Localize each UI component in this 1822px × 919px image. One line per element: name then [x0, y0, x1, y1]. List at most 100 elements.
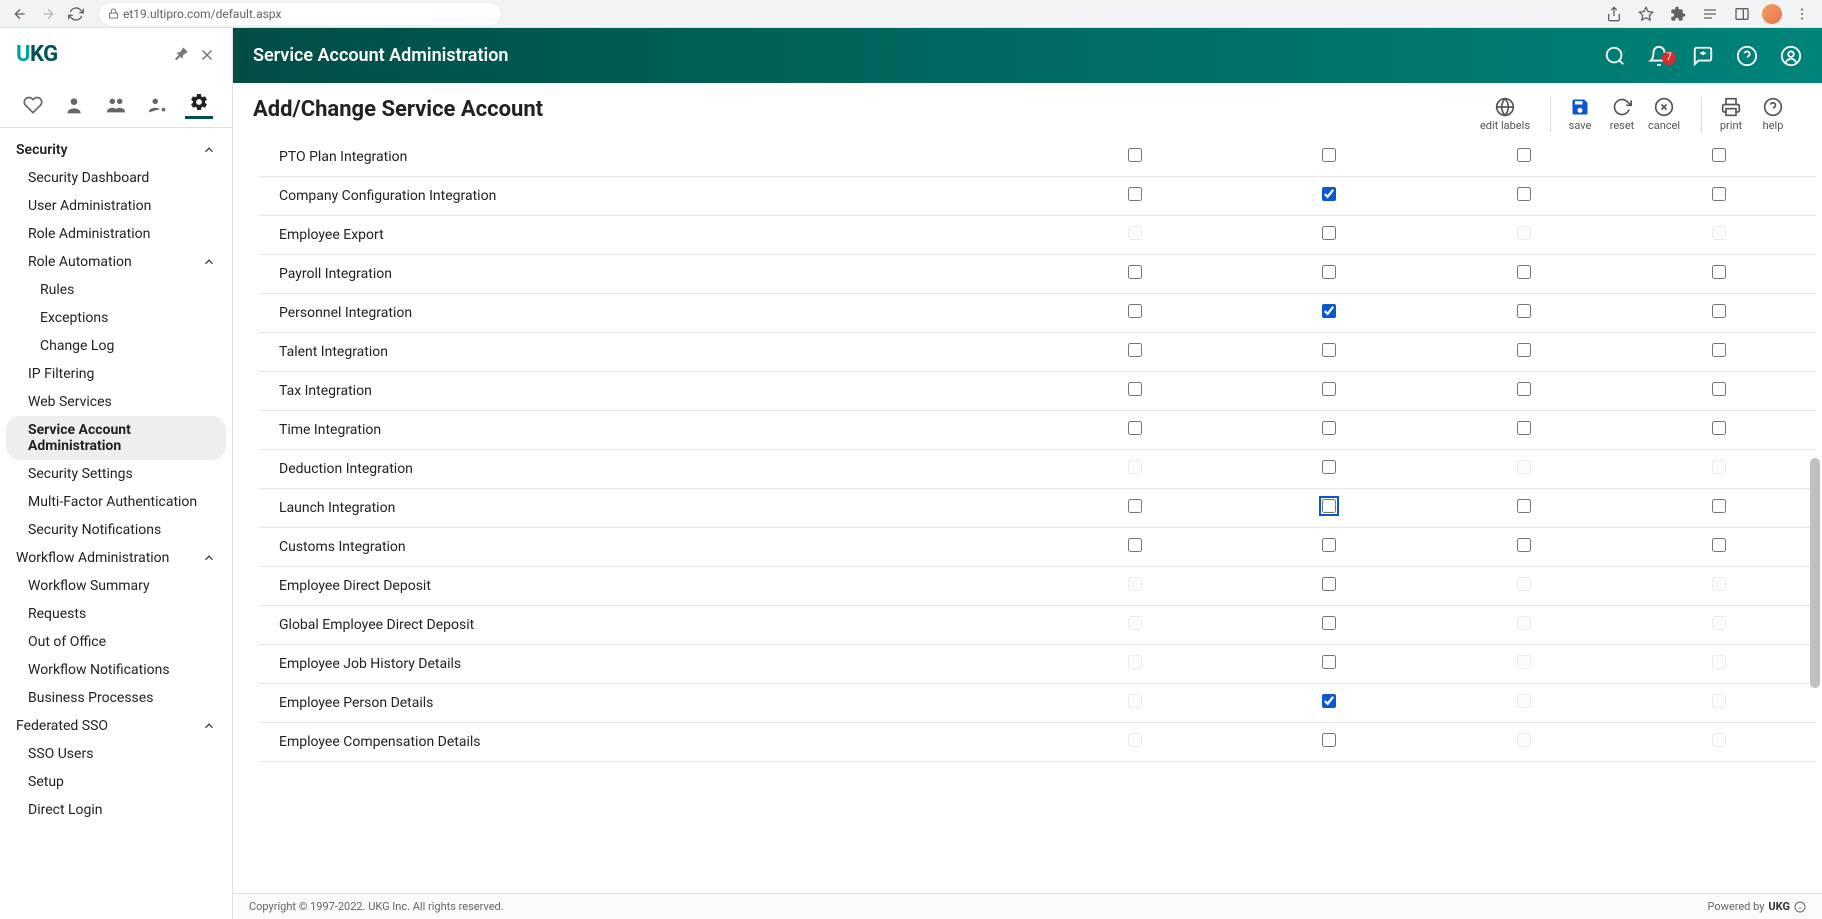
nav-team-icon[interactable]	[102, 91, 130, 119]
sidebar-item-role-administration[interactable]: Role Administration	[0, 220, 232, 248]
nav-admin-icon[interactable]	[144, 91, 172, 119]
sidebar-item-user-administration[interactable]: User Administration	[0, 192, 232, 220]
permission-checkbox[interactable]	[1128, 538, 1142, 552]
notifications-icon[interactable]: 7	[1648, 45, 1670, 67]
permission-checkbox[interactable]	[1128, 187, 1142, 201]
permission-checkbox[interactable]	[1712, 265, 1726, 279]
sidebar-item-change-log[interactable]: Change Log	[0, 332, 232, 360]
permission-checkbox-cell	[1038, 216, 1233, 255]
browser-forward-button[interactable]	[36, 2, 60, 26]
permission-checkbox[interactable]	[1517, 343, 1531, 357]
save-button[interactable]: save	[1563, 97, 1597, 132]
sidebar-item-web-services[interactable]: Web Services	[0, 388, 232, 416]
sidebar-item-requests[interactable]: Requests	[0, 600, 232, 628]
permission-checkbox[interactable]	[1517, 538, 1531, 552]
help-icon[interactable]	[1736, 45, 1758, 67]
close-icon[interactable]	[198, 46, 216, 64]
permission-checkbox[interactable]	[1128, 265, 1142, 279]
browser-url-bar[interactable]: et19.ultipro.com/default.aspx	[100, 3, 500, 25]
extensions-icon[interactable]	[1666, 2, 1690, 26]
permission-checkbox[interactable]	[1128, 499, 1142, 513]
permission-checkbox[interactable]	[1322, 265, 1336, 279]
vertical-scrollbar[interactable]	[1810, 458, 1820, 688]
permission-checkbox[interactable]	[1322, 577, 1336, 591]
sidebar-item-exceptions[interactable]: Exceptions	[0, 304, 232, 332]
sidebar-item-out-of-office[interactable]: Out of Office	[0, 628, 232, 656]
sidebar-item-direct-login[interactable]: Direct Login	[0, 796, 232, 824]
permission-checkbox[interactable]	[1712, 382, 1726, 396]
browser-reload-button[interactable]	[64, 2, 88, 26]
cancel-button[interactable]: cancel	[1647, 97, 1681, 132]
permission-checkbox[interactable]	[1128, 148, 1142, 162]
permission-checkbox[interactable]	[1517, 382, 1531, 396]
permission-checkbox[interactable]	[1128, 421, 1142, 435]
reset-button[interactable]: reset	[1605, 97, 1639, 132]
nav-myself-icon[interactable]	[60, 91, 88, 119]
browser-back-button[interactable]	[8, 2, 32, 26]
sidebar-group-security[interactable]: Security	[0, 136, 232, 164]
print-button[interactable]: print	[1714, 97, 1748, 132]
sidebar-item-workflow-notifications[interactable]: Workflow Notifications	[0, 656, 232, 684]
permission-checkbox[interactable]	[1322, 694, 1336, 708]
permission-checkbox[interactable]	[1322, 655, 1336, 669]
sidebar-item-rules[interactable]: Rules	[0, 276, 232, 304]
sidebar-group-sso[interactable]: Federated SSO	[0, 712, 232, 740]
permission-checkbox[interactable]	[1322, 421, 1336, 435]
search-icon[interactable]	[1604, 45, 1626, 67]
star-icon[interactable]	[1634, 2, 1658, 26]
sidebar-item-ip-filtering[interactable]: IP Filtering	[0, 360, 232, 388]
account-icon[interactable]	[1780, 45, 1802, 67]
permission-checkbox[interactable]	[1322, 226, 1336, 240]
permission-checkbox[interactable]	[1322, 733, 1336, 747]
info-icon[interactable]	[1794, 901, 1806, 913]
panel-icon[interactable]	[1730, 2, 1754, 26]
permission-checkbox[interactable]	[1712, 187, 1726, 201]
permission-checkbox[interactable]	[1712, 538, 1726, 552]
sidebar-item-security-dashboard[interactable]: Security Dashboard	[0, 164, 232, 192]
help-button[interactable]: help	[1756, 97, 1790, 132]
sidebar-item-security-settings[interactable]: Security Settings	[0, 460, 232, 488]
permission-checkbox[interactable]	[1128, 304, 1142, 318]
sidebar-item-workflow-summary[interactable]: Workflow Summary	[0, 572, 232, 600]
permission-checkbox[interactable]	[1322, 460, 1336, 474]
share-icon[interactable]	[1602, 2, 1626, 26]
sidebar-item-business-processes[interactable]: Business Processes	[0, 684, 232, 712]
nav-settings-icon[interactable]	[185, 91, 213, 119]
nav-favorites-icon[interactable]	[19, 91, 47, 119]
permission-checkbox[interactable]	[1322, 382, 1336, 396]
permission-checkbox[interactable]	[1322, 187, 1336, 201]
permission-checkbox[interactable]	[1712, 343, 1726, 357]
permission-checkbox[interactable]	[1128, 382, 1142, 396]
permission-checkbox[interactable]	[1517, 265, 1531, 279]
reading-list-icon[interactable]	[1698, 2, 1722, 26]
feedback-icon[interactable]	[1692, 45, 1714, 67]
permission-checkbox-cell	[1621, 255, 1816, 294]
permission-checkbox[interactable]	[1517, 421, 1531, 435]
permission-checkbox[interactable]	[1712, 148, 1726, 162]
permission-checkbox[interactable]	[1322, 499, 1336, 513]
permission-checkbox[interactable]	[1712, 304, 1726, 318]
sidebar-item-service-account-administration[interactable]: Service Account Administration	[6, 416, 226, 460]
permission-checkbox[interactable]	[1517, 187, 1531, 201]
sidebar-item-setup[interactable]: Setup	[0, 768, 232, 796]
sidebar-item-sso-users[interactable]: SSO Users	[0, 740, 232, 768]
sidebar-item-security-notifications[interactable]: Security Notifications	[0, 516, 232, 544]
permission-checkbox[interactable]	[1517, 148, 1531, 162]
sidebar-item-mfa[interactable]: Multi-Factor Authentication	[0, 488, 232, 516]
profile-avatar[interactable]	[1762, 4, 1782, 24]
sidebar-item-role-automation[interactable]: Role Automation	[0, 248, 232, 276]
permission-checkbox[interactable]	[1322, 538, 1336, 552]
permission-checkbox[interactable]	[1517, 499, 1531, 513]
permission-checkbox[interactable]	[1322, 304, 1336, 318]
permission-checkbox[interactable]	[1322, 616, 1336, 630]
permission-checkbox[interactable]	[1517, 304, 1531, 318]
edit-labels-button[interactable]: edit labels	[1480, 97, 1530, 132]
permission-checkbox[interactable]	[1128, 343, 1142, 357]
permission-checkbox[interactable]	[1712, 499, 1726, 513]
permission-checkbox[interactable]	[1712, 421, 1726, 435]
browser-menu-icon[interactable]	[1790, 2, 1814, 26]
permission-checkbox[interactable]	[1322, 343, 1336, 357]
pin-icon[interactable]	[172, 46, 190, 64]
permission-checkbox[interactable]	[1322, 148, 1336, 162]
sidebar-group-workflow[interactable]: Workflow Administration	[0, 544, 232, 572]
